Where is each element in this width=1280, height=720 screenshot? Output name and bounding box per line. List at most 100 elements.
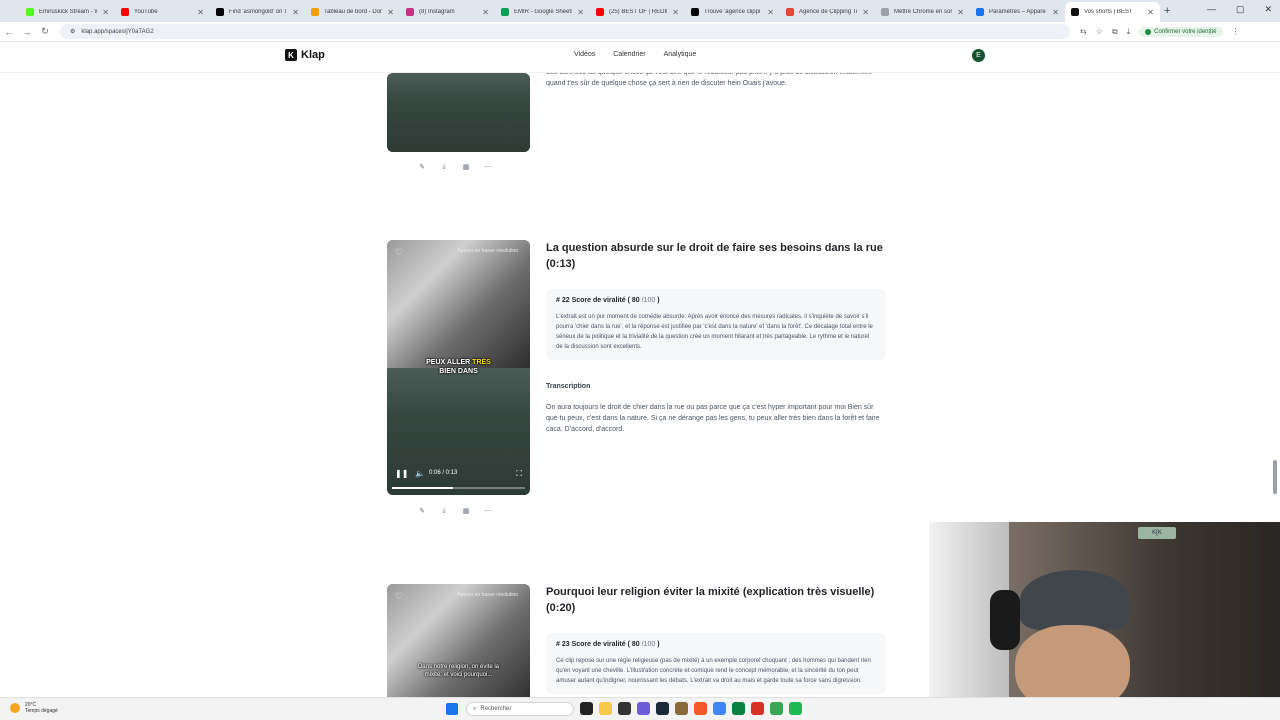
clip-thumbnail[interactable] (387, 73, 530, 152)
virality-score: # 22 Score de viralité ( 80 /100 ) (556, 297, 876, 304)
clip-title: Pourquoi leur religion éviter la mixité … (546, 586, 875, 614)
calendar-icon[interactable]: ▦ (460, 161, 472, 173)
tab-close-icon[interactable]: ✕ (1052, 8, 1059, 17)
app-icon-2[interactable] (732, 702, 745, 715)
tab-close-icon[interactable]: ✕ (672, 8, 679, 17)
edit-icon[interactable]: ✎ (416, 505, 428, 517)
browser-tab[interactable]: Emiruskick Stream - W ✕ (20, 2, 115, 22)
score-label: # 23 Score de viralité ( (556, 641, 630, 648)
tab-close-icon[interactable]: ✕ (957, 8, 964, 17)
translate-icon[interactable]: ⇆ (1080, 27, 1087, 36)
browser-tab[interactable]: Vos shorts | BEST ✕ (1065, 2, 1160, 22)
caption-highlight: TRÈS (472, 359, 491, 366)
tab-close-icon[interactable]: ✕ (862, 8, 869, 17)
address-bar[interactable]: ⚙ klap.app/spaces/jY0aTAG2 (60, 24, 1070, 39)
taskbar-search[interactable]: ⌕ Rechercher (466, 702, 574, 716)
video-caption: Dans notre religion, on évite la mixité:… (387, 663, 530, 679)
close-window-icon[interactable]: ✕ (1264, 4, 1272, 15)
terminal-icon[interactable] (618, 702, 631, 715)
nav-calendar[interactable]: Calendrier (613, 51, 645, 58)
clip-thumbnail[interactable]: ♡ Aperçu en basse résolution Dans notre … (387, 584, 530, 697)
minimize-icon[interactable]: — (1207, 4, 1216, 15)
maximize-icon[interactable]: ▢ (1236, 4, 1245, 15)
pause-icon[interactable]: ❚❚ (395, 469, 408, 478)
downloads-icon[interactable]: ⤓ (1127, 27, 1131, 37)
more-icon[interactable]: ⋯ (482, 161, 494, 173)
windows-start-icon[interactable] (446, 703, 458, 715)
chrome-profile-icon[interactable] (770, 702, 783, 715)
video-progress-bar[interactable] (392, 487, 525, 489)
download-icon[interactable]: ⤓ (438, 505, 450, 517)
site-info-icon[interactable]: ⚙ (70, 28, 75, 35)
favorite-heart-icon[interactable]: ♡ (395, 591, 403, 602)
back-icon[interactable]: ← (0, 27, 18, 37)
browser-tab[interactable]: Trouve 'agence clippi ✕ (685, 2, 780, 22)
weather-widget[interactable]: 20°C Temps dégagé (10, 702, 58, 714)
favorite-heart-icon[interactable]: ♡ (395, 247, 403, 258)
edit-icon[interactable]: ✎ (416, 161, 428, 173)
tab-close-icon[interactable]: ✕ (482, 8, 489, 17)
browser-tab[interactable]: EMIR - Google Sheets ✕ (495, 2, 590, 22)
calendar-icon[interactable]: ▦ (460, 505, 472, 517)
tab-close-icon[interactable]: ✕ (387, 8, 394, 17)
tab-close-icon[interactable]: ✕ (197, 8, 204, 17)
browser-tab[interactable]: (8) Instagram ✕ (400, 2, 495, 22)
tab-favicon-icon (691, 8, 699, 16)
tab-close-icon[interactable]: ✕ (577, 8, 584, 17)
opera-icon[interactable] (751, 702, 764, 715)
browser-tab[interactable]: (25) BEST OF | REDIFF ✕ (590, 2, 685, 22)
score-close: ) (657, 297, 660, 304)
download-icon[interactable]: ⤓ (438, 161, 450, 173)
tab-close-icon[interactable]: ✕ (292, 8, 299, 17)
score-value: 80 (631, 297, 640, 304)
nav-videos[interactable]: Vidéos (574, 51, 595, 58)
app-icon[interactable] (694, 702, 707, 715)
reload-icon[interactable]: ↻ (36, 26, 54, 37)
nav-analytics[interactable]: Analytique (664, 51, 697, 58)
file-explorer-icon[interactable] (599, 702, 612, 715)
klap-logo[interactable]: K Klap (285, 49, 325, 61)
browser-tab[interactable]: YouTube ✕ (115, 2, 210, 22)
weather-desc: Temps dégagé (25, 708, 58, 714)
browser-menu-icon[interactable]: ⋮ (1232, 27, 1240, 36)
clip-video-player[interactable]: ♡ Aperçu en basse résolution PEUX ALLER … (387, 240, 530, 495)
tab-favicon-icon (26, 8, 34, 16)
more-icon[interactable]: ⋯ (482, 505, 494, 517)
caption-text: PEUX ALLER (426, 359, 473, 366)
tab-close-icon[interactable]: ✕ (102, 8, 109, 17)
tab-favicon-icon (976, 8, 984, 16)
virality-summary: Ce clip repose sur une règle religieuse … (556, 658, 871, 684)
task-view-icon[interactable] (580, 702, 593, 715)
chrome-icon[interactable] (713, 702, 726, 715)
user-avatar[interactable]: E (972, 49, 985, 62)
video-controls: ❚❚ 🔈 0:06 / 0:13 ⛶ (392, 469, 525, 489)
game-app-icon[interactable] (675, 702, 688, 715)
clip-transcription: Les données au quelque chose ça veut dir… (546, 73, 872, 87)
forward-icon[interactable]: → (18, 27, 36, 37)
confirm-identity-button[interactable]: Confirmer votre identité (1139, 26, 1223, 37)
webcam-headset (990, 590, 1020, 650)
page-scrollbar[interactable] (1273, 460, 1277, 494)
app-header: K Klap Vidéos Calendrier Analytique E (0, 43, 1280, 73)
extensions-icon[interactable]: ⧉ (1112, 27, 1118, 37)
tab-close-icon[interactable]: ✕ (767, 8, 774, 17)
browser-tab[interactable]: Mettre Chrome en sor ✕ (875, 2, 970, 22)
volume-icon[interactable]: 🔈 (415, 469, 425, 478)
klap-logo-icon: K (285, 49, 297, 61)
browser-tab[interactable]: Agence de Clipping Ti ✕ (780, 2, 875, 22)
browser-tab[interactable]: Find 'asmongold' on T ✕ (210, 2, 305, 22)
windows-taskbar: 20°C Temps dégagé ⌕ Rechercher (0, 697, 1280, 720)
steam-icon[interactable] (656, 702, 669, 715)
tab-label: (8) Instagram (419, 9, 455, 15)
spotify-icon[interactable] (789, 702, 802, 715)
tab-close-icon[interactable]: ✕ (1147, 8, 1154, 17)
browser-tab[interactable]: Paramètres – Appare ✕ (970, 2, 1065, 22)
discord-icon[interactable] (637, 702, 650, 715)
bookmark-star-icon[interactable]: ☆ (1096, 27, 1103, 36)
browser-tab[interactable]: Tableau de bord - Dom ✕ (305, 2, 400, 22)
tab-label: Vos shorts | BEST (1084, 9, 1133, 15)
fullscreen-icon[interactable]: ⛶ (516, 469, 522, 479)
new-tab-button[interactable]: + (1164, 5, 1170, 17)
tab-label: Emiruskick Stream - W (39, 9, 98, 15)
video-time: 0:06 / 0:13 (429, 470, 458, 476)
